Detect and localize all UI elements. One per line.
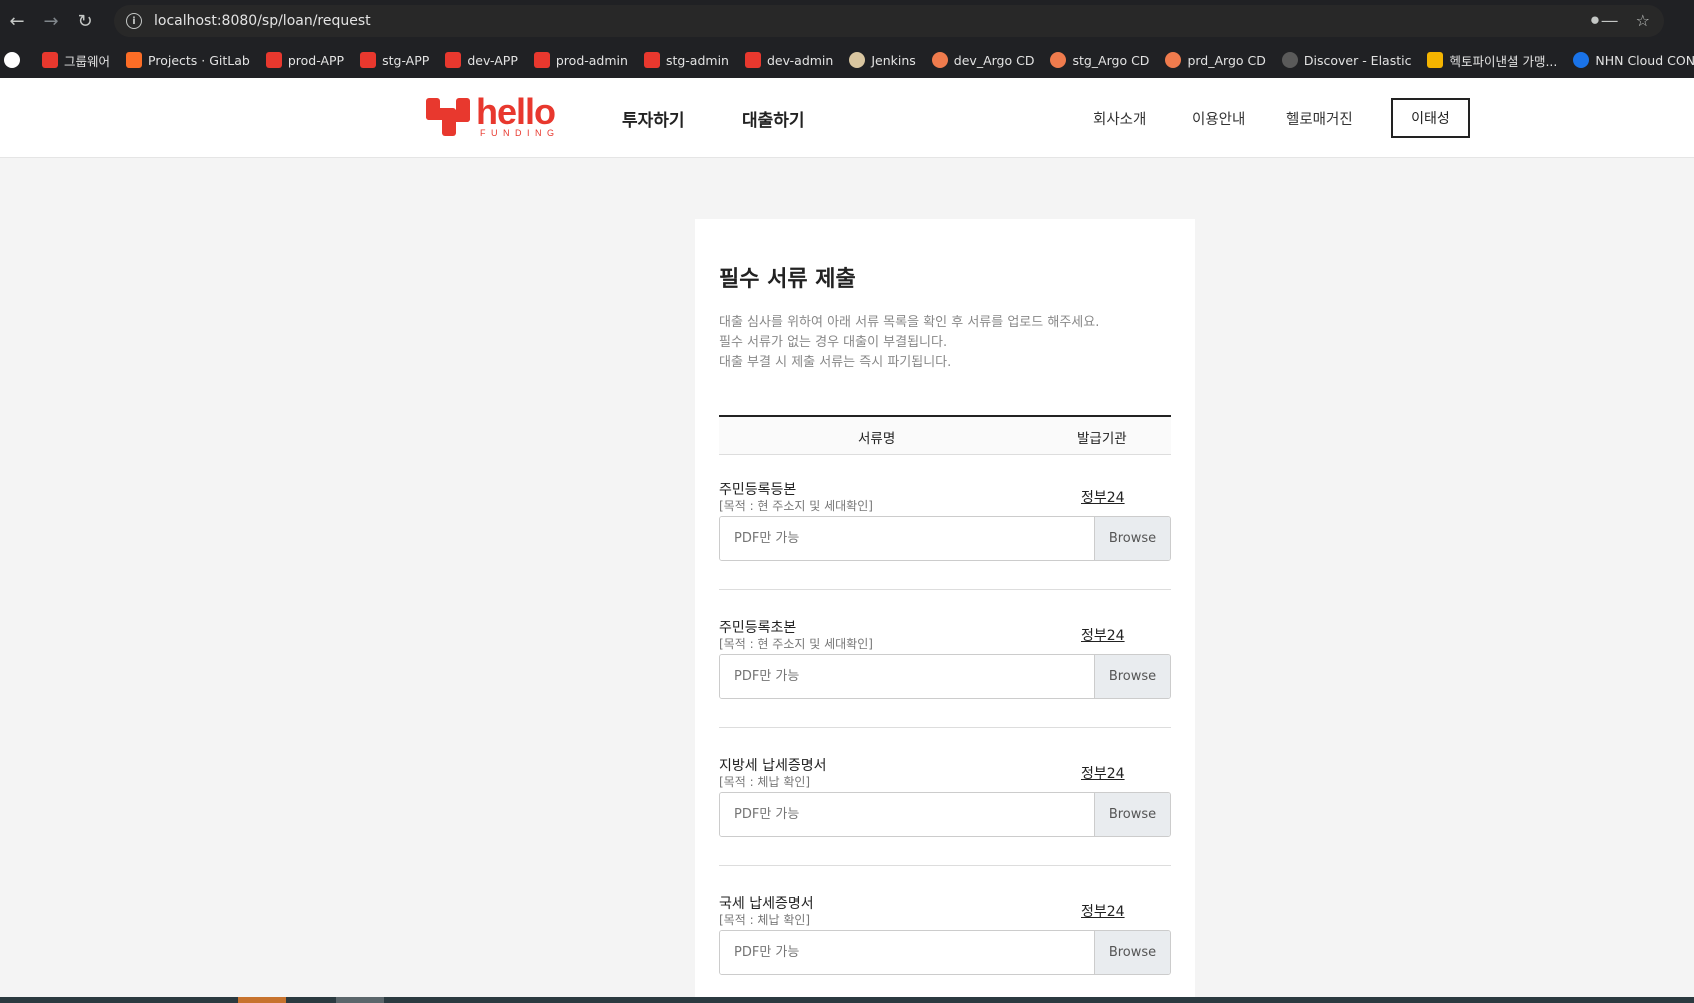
hellofunding-icon [643,52,660,68]
nav-invest[interactable]: 투자하기 [622,106,685,131]
back-icon[interactable]: ← [0,4,34,38]
file-upload: Browse [719,516,1171,561]
bookmark-item[interactable]: 헥토파이낸셜 가맹... [1427,51,1557,70]
taskbar-app-indicator[interactable] [238,997,286,1003]
logo-subtitle: FUNDING [480,128,560,138]
file-upload: Browse [719,654,1171,699]
column-header-name: 서류명 [858,431,896,447]
file-path-input[interactable] [720,655,1094,698]
hellofunding-icon [445,52,462,68]
bookmark-item[interactable]: NHN Cloud CONS... [1573,52,1694,68]
logo-wordmark: hello [476,91,556,132]
bookmark-item[interactable]: dev-APP [445,52,518,68]
file-path-input[interactable] [720,793,1094,836]
taskbar [0,997,1694,1003]
nhn-cloud-icon [1573,52,1590,68]
document-purpose: [목적 : 현 주소지 및 세대확인] [719,499,873,513]
bookmark-item[interactable]: Discover - Elastic [1281,52,1411,68]
issuer-link[interactable]: 정부24 [1081,763,1125,783]
forward-icon[interactable]: → [34,4,68,38]
browse-button[interactable]: Browse [1094,517,1170,560]
hellofunding-icon [744,52,761,68]
hellofunding-icon [42,52,58,68]
browse-button[interactable]: Browse [1094,793,1170,836]
issuer-link[interactable]: 정부24 [1081,901,1125,921]
bookmark-item[interactable]: dev-admin [744,52,833,68]
bookmark-star-icon[interactable]: ☆ [1636,11,1650,30]
elastic-icon [1281,52,1298,68]
file-path-input[interactable] [720,517,1094,560]
hellofunding-icon [360,52,377,68]
page-title: 필수 서류 제출 [719,267,856,292]
bookmark-item[interactable]: stg-admin [643,52,729,68]
bookmark-item[interactable]: stg-APP [360,52,429,68]
browse-button[interactable]: Browse [1094,655,1170,698]
hellofunding-icon [265,52,282,68]
file-upload: Browse [719,792,1171,837]
bookmark-item[interactable]: 그룹웨어 [42,51,110,70]
document-name: 주민등록등본 [719,482,797,498]
argo-icon [931,52,948,68]
jenkins-icon [849,52,866,68]
argo-icon [1050,52,1067,68]
nav-loan[interactable]: 대출하기 [742,106,805,131]
site-info-icon[interactable]: i [118,5,150,37]
chatgpt-icon [4,52,20,68]
issuer-link[interactable]: 정부24 [1081,625,1125,645]
hellofunding-icon [533,52,550,68]
file-path-input[interactable] [720,931,1094,974]
bookmark-item[interactable]: stg_Argo CD [1050,52,1149,68]
bookmark-item[interactable]: Jenkins [849,52,916,68]
nav-magazine[interactable]: 헬로매거진 [1286,108,1353,129]
divider [719,589,1171,590]
issuer-link[interactable]: 정부24 [1081,487,1125,507]
bookmark-item[interactable]: prod-APP [265,52,344,68]
divider [719,865,1171,866]
hellofunding-logo-icon [426,96,470,138]
site-header: hello FUNDING 투자하기 대출하기 회사소개 이용안내 헬로매거진 … [0,78,1694,158]
url-text[interactable]: localhost:8080/sp/loan/request [154,13,371,29]
browser-toolbar: ← → ↻ i localhost:8080/sp/loan/request ⚫… [0,0,1694,42]
document-name: 국세 납세증명서 [719,896,814,912]
document-purpose: [목적 : 현 주소지 및 세대확인] [719,637,873,651]
page-viewport: hello FUNDING 투자하기 대출하기 회사소개 이용안내 헬로매거진 … [0,78,1694,1003]
document-name: 지방세 납세증명서 [719,758,827,774]
bookmark-item[interactable]: dev_Argo CD [931,52,1034,68]
table-header: 서류명 발급기관 [719,415,1171,455]
nav-guide[interactable]: 이용안내 [1192,108,1245,129]
column-header-issuer: 발급기관 [1077,431,1127,447]
description: 대출 심사를 위하여 아래 서류 목록을 확인 후 서류를 업로드 해주세요. … [719,315,1100,370]
document-purpose: [목적 : 체납 확인] [719,775,811,789]
user-menu-button[interactable]: 이태성 [1391,98,1470,138]
bookmark-item[interactable]: prd_Argo CD [1165,52,1266,68]
bookmark-item[interactable]: Projects · GitLab [126,52,250,68]
nav-company[interactable]: 회사소개 [1093,108,1146,129]
reload-icon[interactable]: ↻ [68,4,102,38]
taskbar-app-indicator[interactable] [336,997,384,1003]
bookmark-item[interactable] [4,52,26,68]
document-name: 주민등록초본 [719,620,797,636]
document-upload-card: 필수 서류 제출 대출 심사를 위하여 아래 서류 목록을 확인 후 서류를 업… [695,219,1195,1003]
bookmark-item[interactable]: prod-admin [533,52,628,68]
hecto-icon [1427,52,1444,68]
gitlab-icon [126,52,143,68]
browse-button[interactable]: Browse [1094,931,1170,974]
document-purpose: [목적 : 체납 확인] [719,913,811,927]
file-upload: Browse [719,930,1171,975]
password-key-icon[interactable]: ⚫― [1588,11,1617,30]
divider [719,727,1171,728]
address-bar[interactable]: i localhost:8080/sp/loan/request ⚫― ☆ [114,5,1664,37]
argo-icon [1165,52,1182,68]
bookmarks-bar: 그룹웨어 Projects · GitLab prod-APP stg-APP … [0,42,1694,78]
site-logo[interactable]: hello FUNDING [426,91,560,138]
